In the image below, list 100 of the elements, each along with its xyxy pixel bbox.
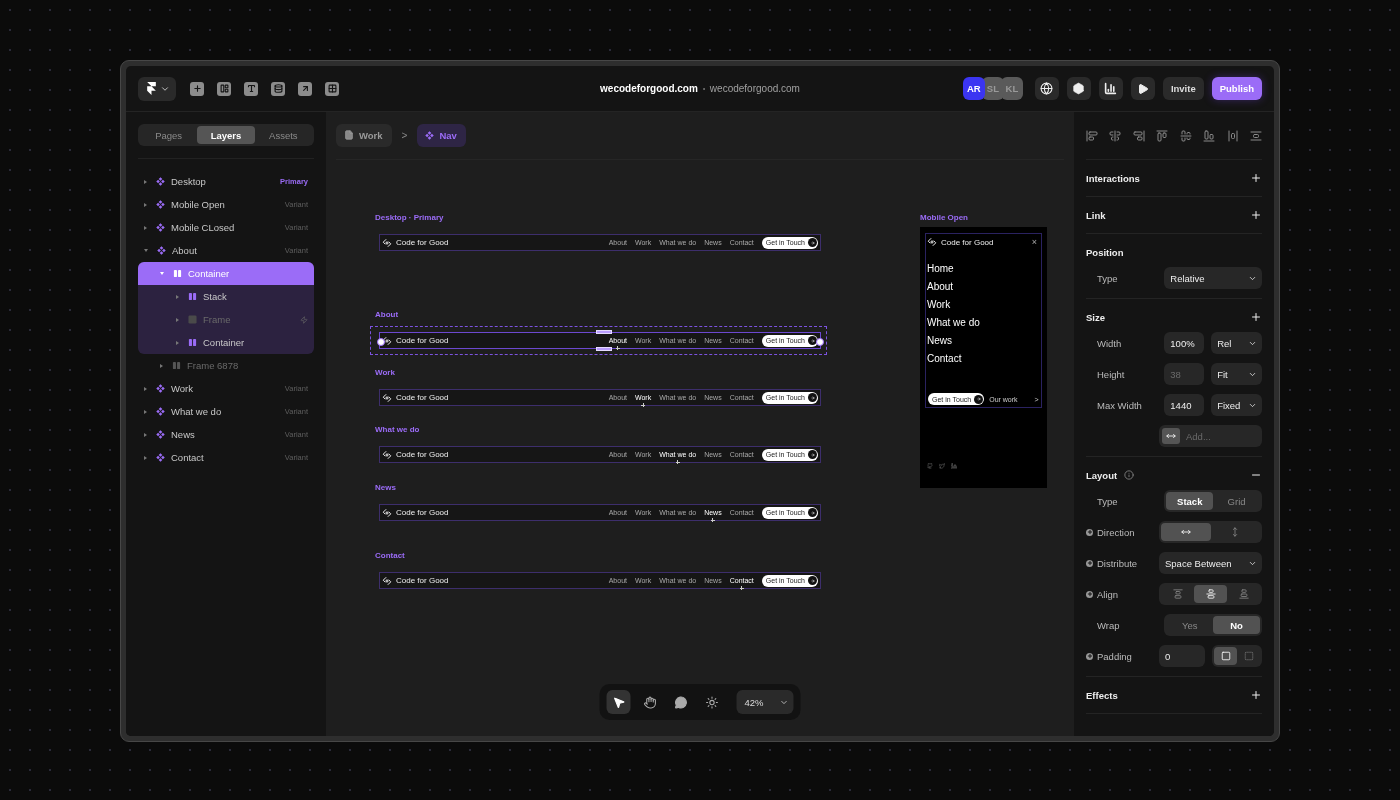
brand-logo-icon	[382, 392, 392, 403]
property-label: Width	[1096, 337, 1123, 349]
zoom-dropdown[interactable]: 42%	[736, 690, 794, 714]
components-icon[interactable]	[325, 81, 339, 96]
expand-caret-icon[interactable]	[144, 179, 147, 184]
resize-handle[interactable]	[816, 337, 824, 346]
breadcrumb[interactable]: Nav	[417, 123, 466, 147]
expand-caret-icon[interactable]	[176, 340, 179, 345]
align-bottom-icon[interactable]	[1203, 129, 1216, 142]
component-icon	[156, 200, 165, 209]
expand-caret-icon[interactable]	[144, 409, 147, 414]
unit-dropdown[interactable]: Fixed	[1211, 394, 1262, 416]
add-icon[interactable]	[1250, 172, 1262, 184]
add-circle-icon[interactable]	[1086, 559, 1093, 567]
segment-button[interactable]	[1194, 585, 1227, 603]
site-url[interactable]: wecodeforgood.com	[709, 83, 800, 94]
align-top-icon[interactable]	[1156, 129, 1169, 142]
layout-icon[interactable]	[217, 81, 231, 96]
panel-tab[interactable]: Layers	[197, 126, 255, 144]
info-icon[interactable]	[1124, 470, 1135, 480]
add-icon[interactable]	[1250, 209, 1262, 221]
align-middle-icon[interactable]	[1179, 129, 1192, 142]
unit-dropdown[interactable]: Fit	[1211, 363, 1262, 385]
expand-caret-icon[interactable]	[176, 317, 179, 322]
expand-caret-icon[interactable]	[144, 202, 147, 207]
property-label: Align	[1097, 588, 1120, 600]
padding-handle[interactable]	[596, 330, 612, 334]
expand-caret-icon[interactable]	[176, 294, 179, 299]
add-icon[interactable]	[1250, 311, 1262, 323]
add-circle-icon[interactable]	[1086, 528, 1093, 536]
play-icon[interactable]	[1130, 77, 1155, 100]
database-icon[interactable]	[271, 81, 285, 96]
globe-icon[interactable]	[1034, 77, 1059, 100]
padding-handle[interactable]	[596, 347, 612, 351]
menu-item[interactable]: Work	[927, 298, 1040, 312]
user-avatar[interactable]: AR	[962, 77, 985, 100]
number-field[interactable]: 0	[1159, 645, 1205, 667]
layer-name: Stack	[203, 291, 227, 302]
layer-row[interactable]: Stack	[138, 285, 314, 308]
close-glyph[interactable]: ×	[1031, 237, 1037, 247]
segment-button[interactable]: No	[1213, 616, 1260, 634]
menu-item[interactable]: News	[927, 334, 1040, 348]
add-circle-icon[interactable]	[1086, 652, 1093, 660]
menu-item[interactable]: About	[927, 280, 1040, 294]
segment-button[interactable]	[1214, 647, 1237, 665]
align-center-icon[interactable]	[1109, 129, 1122, 142]
breadcrumb[interactable]: Work	[336, 123, 392, 147]
collapse-caret-icon[interactable]	[144, 249, 148, 252]
select-dropdown[interactable]: Relative	[1164, 267, 1262, 289]
unit-dropdown[interactable]: Rel	[1211, 332, 1262, 354]
expand-caret-icon[interactable]	[144, 386, 147, 391]
add-icon[interactable]	[1250, 689, 1262, 701]
expand-caret-icon[interactable]	[144, 432, 147, 437]
expand-caret-icon[interactable]	[144, 225, 147, 230]
section-title: Interactions	[1086, 172, 1140, 184]
expand-caret-icon[interactable]	[160, 363, 163, 368]
variant-label: About	[375, 310, 400, 319]
distribute-horizontal-icon[interactable]	[1226, 129, 1239, 142]
layer-name: Container	[188, 268, 230, 279]
plus-icon[interactable]	[190, 81, 204, 96]
property-label: Type	[1096, 495, 1119, 507]
brand-logo-icon	[382, 237, 392, 248]
layer-row[interactable]: Container	[138, 262, 314, 285]
layer-row[interactable]: Frame 6878	[138, 354, 314, 377]
component-icon	[156, 407, 165, 416]
align-left-icon[interactable]	[1086, 129, 1098, 142]
layer-name: Work	[171, 383, 193, 394]
section-title: Effects	[1086, 689, 1118, 701]
invite-button[interactable]: Invite	[1162, 77, 1204, 100]
resize-handle[interactable]	[377, 337, 385, 346]
number-field[interactable]: 100%	[1164, 332, 1205, 354]
distribute-vertical-icon[interactable]	[1249, 129, 1262, 142]
segment-button[interactable]: Stack	[1166, 492, 1214, 510]
cursor-tool-icon[interactable]	[606, 690, 631, 714]
text-icon[interactable]	[244, 81, 258, 96]
app-menu-button[interactable]	[138, 76, 176, 101]
segment-button[interactable]: Yes	[1166, 616, 1214, 634]
publish-button[interactable]: Publish	[1211, 77, 1262, 100]
number-field[interactable]: 38	[1164, 363, 1205, 385]
layer-row[interactable]: Container	[138, 331, 314, 354]
horizontal-arrows-icon	[1162, 428, 1180, 444]
segment-button[interactable]	[1161, 523, 1211, 541]
expand-caret-icon[interactable]	[144, 455, 147, 460]
property-label: Distribute	[1097, 557, 1139, 569]
select-dropdown[interactable]: Space Between	[1159, 552, 1262, 574]
menu-item[interactable]: Home	[927, 262, 1040, 276]
section-title: Size	[1086, 311, 1105, 323]
component-icon	[425, 130, 435, 140]
segment-button[interactable]: Grid	[1213, 492, 1260, 510]
panel-tab[interactable]: Assets	[254, 126, 312, 144]
bar-chart-icon[interactable]	[1098, 77, 1123, 100]
menu-item[interactable]: Contact	[927, 352, 1040, 366]
variant-label: Desktop · Primary	[375, 213, 445, 222]
variant-label: News	[375, 483, 397, 492]
panel-tab[interactable]: Pages	[140, 126, 198, 144]
add-circle-icon[interactable]	[1086, 590, 1093, 598]
number-field[interactable]: 1440	[1164, 394, 1205, 416]
align-right-icon[interactable]	[1132, 129, 1145, 142]
menu-item[interactable]: What we do	[927, 316, 1040, 330]
hexagon-icon[interactable]	[1066, 77, 1091, 100]
